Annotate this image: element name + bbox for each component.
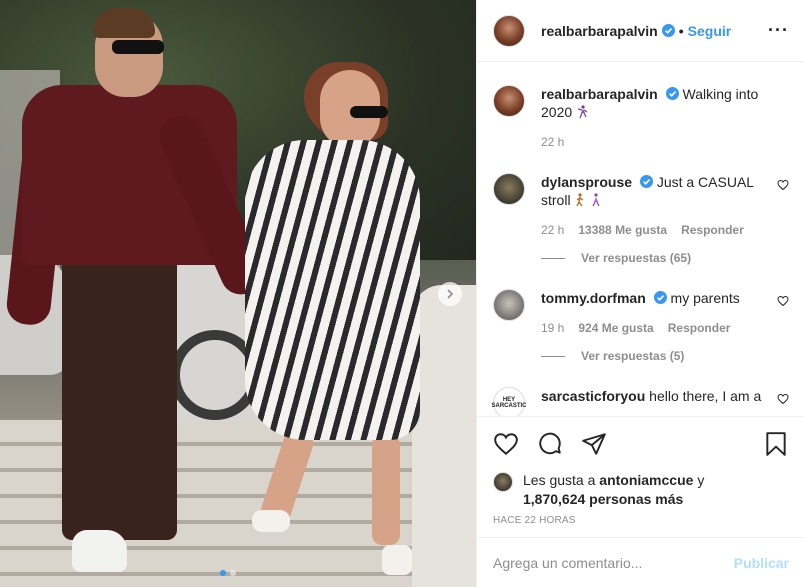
like-comment-heart-icon[interactable] xyxy=(777,179,789,191)
post-actions: Les gusta a antoniamccue y 1,870,624 per… xyxy=(477,416,804,526)
post-side-panel: realbarbarapalvin • Seguir ··· realbarba… xyxy=(476,0,804,587)
view-replies-button[interactable]: Ver respuestas (65) xyxy=(541,249,765,267)
author-username[interactable]: realbarbarapalvin xyxy=(541,23,658,39)
carousel-dots xyxy=(220,570,236,576)
author-avatar[interactable] xyxy=(493,14,525,47)
comment-likes[interactable]: 924 Me gusta xyxy=(578,319,653,337)
photo-woman-shoe-right xyxy=(382,545,412,575)
walking-person-emoji-icon xyxy=(576,193,584,207)
action-icons-row xyxy=(493,429,789,459)
bookmark-icon[interactable] xyxy=(763,431,789,457)
like-comment-heart-icon[interactable] xyxy=(777,295,789,307)
post-photo[interactable] xyxy=(0,0,476,587)
photo-woman-leg-right xyxy=(372,435,400,545)
photo-man-sunglasses xyxy=(112,40,164,54)
view-replies-label: Ver respuestas (5) xyxy=(581,349,685,363)
photo-man-trousers xyxy=(62,250,177,540)
caption-time[interactable]: 22 h xyxy=(541,133,564,151)
view-replies-label: Ver respuestas (65) xyxy=(581,251,692,265)
replies-divider xyxy=(541,257,565,259)
photo-woman-sunglasses xyxy=(350,106,388,118)
verified-badge-icon xyxy=(665,87,679,100)
comment-composer: Publicar xyxy=(477,537,804,587)
replies-divider xyxy=(541,355,565,357)
comment-avatar[interactable] xyxy=(493,173,525,205)
photo-stone-post xyxy=(412,285,476,587)
comment-item: HEY SARCASTIC sarcasticforyou hello ther… xyxy=(492,387,789,416)
like-comment-heart-icon[interactable] xyxy=(777,393,789,405)
carousel-dot-active xyxy=(220,570,226,576)
photo-woman-zebra-dress xyxy=(245,140,420,440)
comment-username[interactable]: sarcasticforyou xyxy=(541,388,645,404)
reply-button[interactable]: Responder xyxy=(668,319,731,337)
chevron-right-icon xyxy=(447,289,454,299)
comment-item: dylansprouse Just a CASUAL stroll 22 h 1… xyxy=(493,173,789,267)
post-timestamp[interactable]: HACE 22 HORAS xyxy=(493,515,789,526)
comment-text: hello there, I am a xyxy=(649,388,762,404)
view-replies-button[interactable]: Ver respuestas (5) xyxy=(541,347,765,365)
post-header: realbarbarapalvin • Seguir ··· xyxy=(477,0,804,62)
comment-time[interactable]: 22 h xyxy=(541,221,564,239)
publish-button[interactable]: Publicar xyxy=(734,555,789,571)
comment-avatar[interactable] xyxy=(493,289,525,321)
caption-avatar[interactable] xyxy=(493,85,525,117)
caption: realbarbarapalvin Walking into 2020 22 h xyxy=(493,85,789,151)
comment-likes[interactable]: 13388 Me gusta xyxy=(578,221,667,239)
comment-username[interactable]: dylansprouse xyxy=(541,174,632,190)
likes-conjunction: y xyxy=(697,472,705,488)
caption-username[interactable]: realbarbarapalvin xyxy=(541,86,658,102)
likes-summary: Les gusta a antoniamccue y 1,870,624 per… xyxy=(493,471,789,509)
more-options-icon[interactable]: ··· xyxy=(768,20,789,41)
carousel-dot xyxy=(230,570,236,576)
walking-woman-emoji-icon xyxy=(592,193,600,207)
photo-man-shoe xyxy=(72,530,127,572)
comment-avatar[interactable]: HEY SARCASTIC xyxy=(492,387,527,416)
share-icon[interactable] xyxy=(581,431,607,457)
liker-avatar[interactable] xyxy=(493,472,513,492)
verified-badge-icon xyxy=(653,291,667,304)
comment-text: my parents xyxy=(670,290,740,306)
heart-icon[interactable] xyxy=(493,431,519,457)
likes-prefix: Les gusta a xyxy=(523,472,596,488)
photo-woman-shoe-left xyxy=(252,510,290,532)
follow-button[interactable]: Seguir xyxy=(688,23,732,39)
likes-count[interactable]: 1,870,624 personas más xyxy=(523,491,683,507)
comment-username[interactable]: tommy.dorfman xyxy=(541,290,646,306)
instagram-post: realbarbarapalvin • Seguir ··· realbarba… xyxy=(0,0,804,587)
verified-badge-icon xyxy=(639,175,653,188)
comment-input[interactable] xyxy=(493,554,734,571)
comment-time[interactable]: 19 h xyxy=(541,319,564,337)
comment-icon[interactable] xyxy=(537,431,563,457)
photo-man-hair xyxy=(93,8,155,38)
comment-item: tommy.dorfman my parents 19 h 924 Me gus… xyxy=(493,289,789,365)
reply-button[interactable]: Responder xyxy=(681,221,744,239)
comments-list[interactable]: realbarbarapalvin Walking into 2020 22 h xyxy=(477,63,804,416)
carousel-next-button[interactable] xyxy=(438,282,462,306)
separator-bullet: • xyxy=(678,22,684,39)
dancing-woman-emoji-icon xyxy=(577,105,588,119)
liker-username[interactable]: antoniamccue xyxy=(599,472,693,488)
verified-badge-icon xyxy=(661,24,675,37)
